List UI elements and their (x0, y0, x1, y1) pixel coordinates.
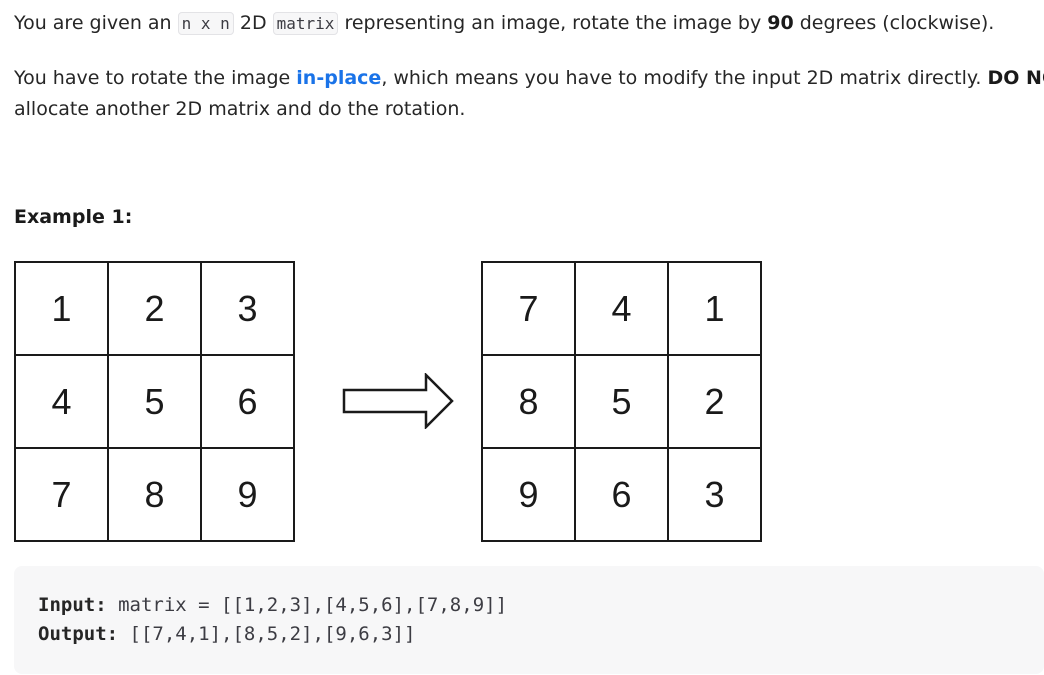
statement-text: 2D (233, 12, 273, 34)
input-matrix-grid: 1 2 3 4 5 6 7 8 9 (14, 261, 295, 542)
grid-cell: 2 (107, 261, 202, 356)
statement-text: You are given an (14, 12, 178, 34)
grid-row: 7 8 9 (14, 447, 295, 542)
grid-cell: 9 (200, 447, 295, 542)
grid-cell: 6 (574, 447, 669, 542)
requirement-text: You have to rotate the image (14, 67, 297, 89)
output-label: Output: (38, 623, 119, 645)
grid-cell: 7 (481, 261, 576, 356)
grid-row: 4 5 6 (14, 354, 295, 449)
grid-cell: 8 (107, 447, 202, 542)
inplace-requirement: You have to rotate the image in-place, w… (14, 63, 1044, 94)
bold-degrees: 90 (767, 12, 794, 34)
requirement-text: allocate another 2D matrix and do the ro… (14, 98, 466, 120)
bold-do-not: DO NOT (987, 67, 1044, 89)
grid-cell: 2 (667, 354, 762, 449)
output-matrix-grid: 7 4 1 8 5 2 9 6 3 (481, 261, 762, 542)
inline-code-matrix: matrix (272, 12, 339, 35)
grid-cell: 8 (481, 354, 576, 449)
grid-cell: 7 (14, 447, 109, 542)
grid-cell: 5 (107, 354, 202, 449)
inline-code-nxn: n x n (177, 12, 234, 35)
example-heading: Example 1: (14, 206, 133, 228)
grid-cell: 9 (481, 447, 576, 542)
grid-cell: 5 (574, 354, 669, 449)
grid-row: 9 6 3 (481, 447, 762, 542)
output-value: [[7,4,1],[8,5,2],[9,6,3]] (118, 623, 416, 645)
grid-row: 1 2 3 (14, 261, 295, 356)
example-input-line: Input: matrix = [[1,2,3],[4,5,6],[7,8,9]… (38, 594, 507, 616)
grid-cell: 1 (14, 261, 109, 356)
inplace-requirement-continued: allocate another 2D matrix and do the ro… (14, 94, 465, 125)
grid-cell: 4 (14, 354, 109, 449)
statement-text: degrees (clockwise). (793, 12, 995, 34)
grid-row: 8 5 2 (481, 354, 762, 449)
input-value: matrix = [[1,2,3],[4,5,6],[7,8,9]] (106, 594, 508, 616)
grid-cell: 4 (574, 261, 669, 356)
problem-statement: You are given an n x n 2D matrix represe… (14, 8, 994, 39)
grid-cell: 1 (667, 261, 762, 356)
grid-cell: 6 (200, 354, 295, 449)
statement-text: representing an image, rotate the image … (338, 12, 768, 34)
grid-cell: 3 (200, 261, 295, 356)
grid-cell: 3 (667, 447, 762, 542)
requirement-text: , which means you have to modify the inp… (381, 67, 988, 89)
example-io-block: Input: matrix = [[1,2,3],[4,5,6],[7,8,9]… (14, 566, 1044, 674)
right-arrow-icon (342, 373, 454, 429)
example-output-line: Output: [[7,4,1],[8,5,2],[9,6,3]] (38, 623, 416, 645)
grid-row: 7 4 1 (481, 261, 762, 356)
in-place-link[interactable]: in-place (296, 67, 381, 89)
input-label: Input: (38, 594, 107, 616)
